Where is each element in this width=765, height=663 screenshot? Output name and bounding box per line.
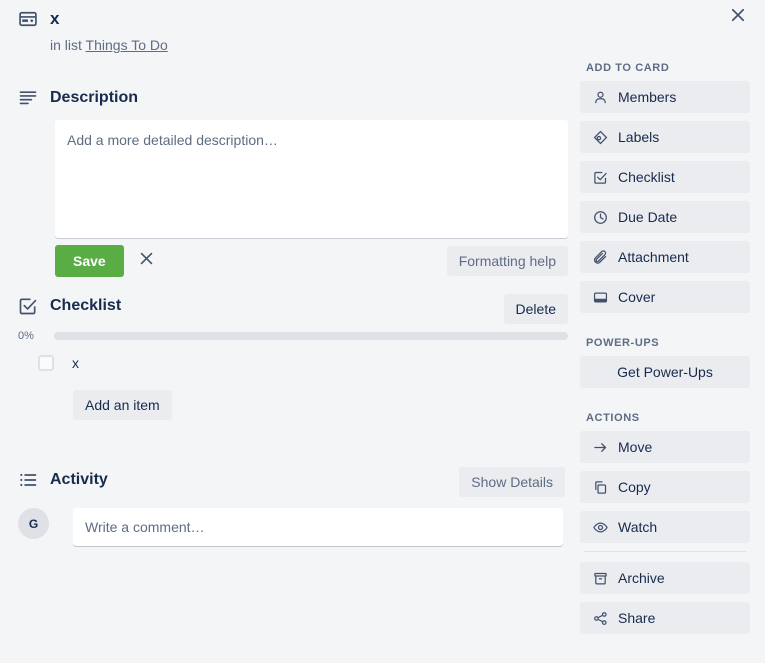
- copy-icon: [592, 479, 608, 495]
- sidebar-item-label: Due Date: [618, 209, 678, 225]
- checkbox-check-icon: [592, 169, 608, 185]
- description-section: Description Save Formatting help: [18, 88, 568, 277]
- archive-icon: [592, 570, 608, 586]
- description-title: Description: [50, 89, 139, 106]
- close-icon: [729, 6, 747, 29]
- sidebar-item-label: Watch: [618, 519, 658, 535]
- show-details-button[interactable]: Show Details: [459, 467, 565, 497]
- sidebar-item-cover[interactable]: Cover: [580, 281, 750, 313]
- card-title: x: [50, 9, 60, 28]
- clock-icon: [592, 209, 608, 225]
- checklist-item[interactable]: x: [38, 354, 79, 372]
- eye-icon: [592, 519, 608, 535]
- sidebar-item-label: Share: [618, 610, 656, 626]
- actions-heading: ACTIONS: [586, 412, 640, 424]
- checklist-item-label: x: [72, 355, 79, 371]
- sidebar-item-share[interactable]: Share: [580, 602, 750, 634]
- card-sidebar: ADD TO CARD Members Labels Checklist Due…: [580, 62, 750, 642]
- sidebar-item-watch[interactable]: Watch: [580, 511, 750, 543]
- checklist-progress-track: [54, 332, 568, 340]
- label-tag-icon: [592, 129, 608, 145]
- sidebar-item-label: Get Power-Ups: [617, 364, 713, 380]
- power-ups-heading: POWER-UPS: [586, 337, 660, 349]
- formatting-help-button[interactable]: Formatting help: [446, 246, 568, 276]
- activity-list-icon: [18, 470, 50, 490]
- close-modal-button[interactable]: [721, 0, 755, 34]
- delete-checklist-button[interactable]: Delete: [503, 294, 568, 324]
- list-name-link[interactable]: Things To Do: [86, 37, 168, 53]
- activity-section: Activity Show Details G: [18, 467, 568, 546]
- description-lines-icon: [18, 88, 50, 108]
- person-icon: [592, 89, 608, 105]
- add-to-card-group: ADD TO CARD Members Labels Checklist Due…: [580, 62, 750, 313]
- sidebar-item-labels[interactable]: Labels: [580, 121, 750, 153]
- sidebar-item-attachment[interactable]: Attachment: [580, 241, 750, 273]
- add-checklist-item-button[interactable]: Add an item: [73, 390, 172, 420]
- sidebar-item-checklist[interactable]: Checklist: [580, 161, 750, 193]
- sidebar-item-label: Copy: [618, 479, 651, 495]
- sidebar-item-label: Cover: [618, 289, 656, 305]
- checklist-title: Checklist: [50, 297, 122, 314]
- cancel-description-button[interactable]: [132, 246, 162, 276]
- sidebar-item-get-power-ups[interactable]: Get Power-Ups: [580, 356, 750, 388]
- card-detail-modal: x in list Things To Do Description Save: [0, 0, 765, 663]
- avatar[interactable]: G: [18, 508, 49, 539]
- paperclip-icon: [592, 249, 608, 265]
- sidebar-item-copy[interactable]: Copy: [580, 471, 750, 503]
- sidebar-item-members[interactable]: Members: [580, 81, 750, 113]
- save-description-button[interactable]: Save: [55, 245, 124, 277]
- sidebar-item-archive[interactable]: Archive: [580, 562, 750, 594]
- in-list-label: in list: [50, 37, 82, 53]
- activity-title: Activity: [50, 471, 108, 488]
- sidebar-item-label: Move: [618, 439, 653, 455]
- sidebar-item-label: Archive: [618, 570, 665, 586]
- sidebar-item-label: Checklist: [618, 169, 675, 185]
- comment-composer: G: [18, 508, 568, 546]
- close-icon: [138, 250, 155, 272]
- arrow-right-icon: [592, 439, 608, 455]
- card-icon: [18, 6, 50, 29]
- checklist-progress: 0%: [18, 330, 568, 342]
- card-header: x in list Things To Do: [18, 6, 565, 54]
- sidebar-divider: [584, 551, 746, 552]
- checkbox-check-icon: [18, 296, 50, 316]
- description-input[interactable]: [55, 120, 568, 238]
- sidebar-item-move[interactable]: Move: [580, 431, 750, 463]
- sidebar-item-due-date[interactable]: Due Date: [580, 201, 750, 233]
- checklist-section: Checklist Delete 0% x Add an item: [18, 294, 568, 420]
- add-to-card-heading: ADD TO CARD: [586, 62, 670, 74]
- description-actions: Save Formatting help: [55, 245, 568, 277]
- card-list-breadcrumb: in list Things To Do: [50, 36, 565, 54]
- sidebar-item-label: Members: [618, 89, 677, 105]
- power-ups-group: POWER-UPS Get Power-Ups: [580, 337, 750, 388]
- checklist-item-checkbox[interactable]: [38, 355, 54, 371]
- cover-card-icon: [592, 289, 608, 305]
- comment-input[interactable]: [73, 508, 563, 546]
- checklist-progress-percent: 0%: [18, 330, 34, 342]
- sidebar-item-label: Labels: [618, 129, 660, 145]
- actions-group: ACTIONS Move Copy Watch Archive Share: [580, 412, 750, 634]
- sidebar-item-label: Attachment: [618, 249, 689, 265]
- share-icon: [592, 610, 608, 626]
